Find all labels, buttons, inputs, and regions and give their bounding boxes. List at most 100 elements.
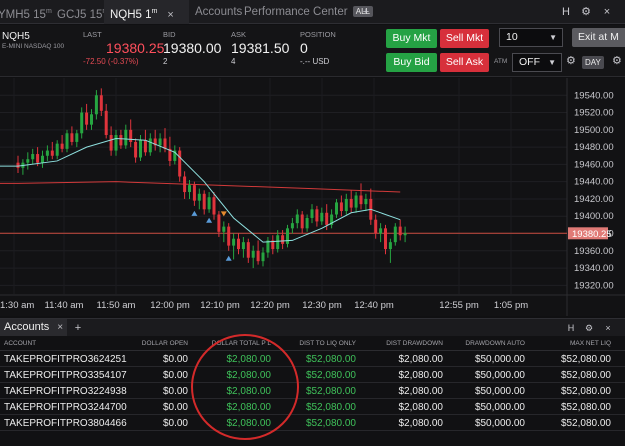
table-header: ACCOUNT DOLLAR OPEN DOLLAR TOTAL P L DIS…	[0, 336, 625, 351]
atm-select[interactable]: OFF ▼	[512, 53, 562, 72]
candle-body	[114, 135, 118, 151]
candle-body	[212, 197, 216, 215]
cell-dist-to-liq: $52,080.00	[305, 370, 356, 381]
candle-body	[246, 242, 250, 258]
help-icon[interactable]: H	[560, 0, 572, 24]
cell-dist-drawdown: $2,080.00	[398, 386, 444, 397]
col-dist-drawdown[interactable]: DIST DRAWDOWN	[386, 336, 443, 351]
last-price-tag-label: 19380.25	[572, 229, 612, 240]
cell-account: TAKEPROFITPRO3244700	[4, 402, 127, 413]
more-settings-icon[interactable]: ⚙	[612, 54, 622, 67]
day-badge[interactable]: DAY	[582, 56, 604, 69]
accounts-table: ACCOUNT DOLLAR OPEN DOLLAR TOTAL P L DIS…	[0, 336, 625, 446]
tab-accounts[interactable]: Accounts	[195, 0, 242, 24]
exit-at-market-button[interactable]: Exit at M	[572, 28, 625, 47]
candle-body	[129, 129, 133, 142]
candle-body	[60, 143, 64, 149]
y-tick-label: 19340.00	[574, 263, 614, 274]
tab-ymh5[interactable]: YMH5 15m	[0, 0, 52, 24]
chevron-down-icon: ▼	[549, 33, 557, 42]
cell-dist-to-liq: $52,080.00	[305, 402, 356, 413]
candle-body	[335, 202, 338, 215]
candle-body	[45, 150, 49, 156]
table-row[interactable]: TAKEPROFITPRO3224938 $0.00 $2,080.00 $52,08…	[0, 384, 625, 399]
ask-size: 4	[231, 57, 236, 66]
x-tick-label: 1:05 pm	[494, 300, 528, 311]
x-tick-label: 12:30 pm	[302, 300, 342, 311]
symbol-description: E-MINI NASDAQ 100	[2, 43, 65, 50]
cell-account: TAKEPROFITPRO3224938	[4, 386, 127, 397]
cell-dist-drawdown: $2,080.00	[398, 370, 444, 381]
col-dist-to-liq[interactable]: DIST TO LIQ ONLY	[299, 336, 356, 351]
x-tick-label: 12:40 pm	[354, 300, 394, 311]
buy-bid-button[interactable]: Buy Bid	[386, 53, 437, 72]
tab-nqh5[interactable]: NQH5 1m ×	[104, 0, 189, 24]
col-dollar-total-pl[interactable]: DOLLAR TOTAL P L	[212, 336, 271, 351]
candle-body	[148, 138, 152, 153]
cell-dollar-total-pl: $2,080.00	[226, 418, 272, 429]
cell-drawdown-auto: $50,000.00	[474, 386, 525, 397]
sell-ask-button[interactable]: Sell Ask	[440, 53, 489, 72]
cell-max-net-liq: $52,080.00	[560, 402, 611, 413]
col-dollar-open[interactable]: DOLLAR OPEN	[142, 336, 188, 351]
candle-body	[364, 198, 368, 205]
sell-mkt-button[interactable]: Sell Mkt	[440, 29, 489, 48]
symbol-label: NQH5	[2, 31, 30, 42]
candle-body	[403, 233, 407, 236]
x-tick-label: 12:10 pm	[200, 300, 240, 311]
x-tick-label: 12:00 pm	[150, 300, 190, 311]
cell-max-net-liq: $52,080.00	[560, 386, 611, 397]
bid-size: 2	[163, 57, 168, 66]
table-row[interactable]: TAKEPROFITPRO3804466 $0.00 $2,080.00 $52,08…	[0, 416, 625, 431]
candle-body	[90, 114, 93, 125]
gear-icon[interactable]: ⚙	[580, 0, 592, 24]
price-chart[interactable]: 19320.0019340.0019360.0019380.0019400.00…	[0, 78, 625, 316]
cell-dollar-total-pl: $2,080.00	[226, 354, 272, 365]
quantity-select[interactable]: 10 ▼	[499, 28, 563, 47]
close-icon[interactable]: ×	[167, 9, 173, 21]
close-icon[interactable]: ×	[57, 322, 63, 333]
candle-body	[124, 129, 128, 146]
tab-performance-center[interactable]: Performance Center ALL	[244, 0, 373, 24]
candle-body	[50, 150, 54, 156]
tab-bar: YMH5 15m GCJ5 15m NQH5 1m× Accounts Perf…	[0, 0, 625, 24]
buy-mkt-button[interactable]: Buy Mkt	[386, 29, 437, 48]
table-row[interactable]: TAKEPROFITPRO3624251 $0.00 $2,080.00 $52,08…	[0, 352, 625, 367]
candle-body	[354, 195, 358, 208]
candle-body	[227, 226, 231, 246]
candle-body	[158, 138, 162, 146]
close-window-icon[interactable]: ×	[601, 0, 613, 24]
table-row[interactable]: TAKEPROFITPRO3244700 $0.00 $2,080.00 $52,08…	[0, 400, 625, 415]
candle-body	[339, 202, 343, 212]
position-value: 0	[300, 40, 308, 56]
atm-settings-icon[interactable]: ⚙	[566, 54, 576, 67]
candle-body	[70, 133, 74, 142]
cell-dist-drawdown: $2,080.00	[398, 418, 444, 429]
x-tick-label: 12:20 pm	[250, 300, 290, 311]
cell-account: TAKEPROFITPRO3354107	[4, 370, 127, 381]
candle-body	[178, 150, 182, 177]
candle-body	[85, 112, 89, 125]
cell-max-net-liq: $52,080.00	[560, 370, 611, 381]
candle-body	[217, 214, 221, 232]
cell-account: TAKEPROFITPRO3624251	[4, 354, 127, 365]
y-tick-label: 19420.00	[574, 194, 614, 205]
col-max-net-liq[interactable]: MAX NET LIQ	[570, 336, 611, 351]
candle-body	[237, 238, 240, 250]
col-account[interactable]: ACCOUNT	[4, 336, 36, 351]
cell-dollar-total-pl: $2,080.00	[226, 386, 272, 397]
add-tab-icon[interactable]: +	[360, 0, 372, 24]
cell-dist-to-liq: $52,080.00	[305, 418, 356, 429]
y-tick-label: 19460.00	[574, 159, 614, 170]
col-drawdown-auto[interactable]: DRAWDOWN AUTO	[465, 336, 525, 351]
chart-canvas[interactable]: 19320.0019340.0019360.0019380.0019400.00…	[0, 78, 625, 316]
tab-accounts-panel[interactable]: Accounts ×	[0, 319, 68, 336]
candle-body	[99, 95, 103, 111]
cell-drawdown-auto: $50,000.00	[474, 370, 525, 381]
cell-drawdown-auto: $50,000.00	[474, 418, 525, 429]
cell-account: TAKEPROFITPRO3804466	[4, 418, 127, 429]
tab-gcj5[interactable]: GCJ5 15m	[57, 0, 108, 24]
cell-dollar-open: $0.00	[162, 370, 188, 381]
table-row[interactable]: TAKEPROFITPRO3354107 $0.00 $2,080.00 $52,08…	[0, 368, 625, 383]
y-tick-label: 19540.00	[574, 90, 614, 101]
